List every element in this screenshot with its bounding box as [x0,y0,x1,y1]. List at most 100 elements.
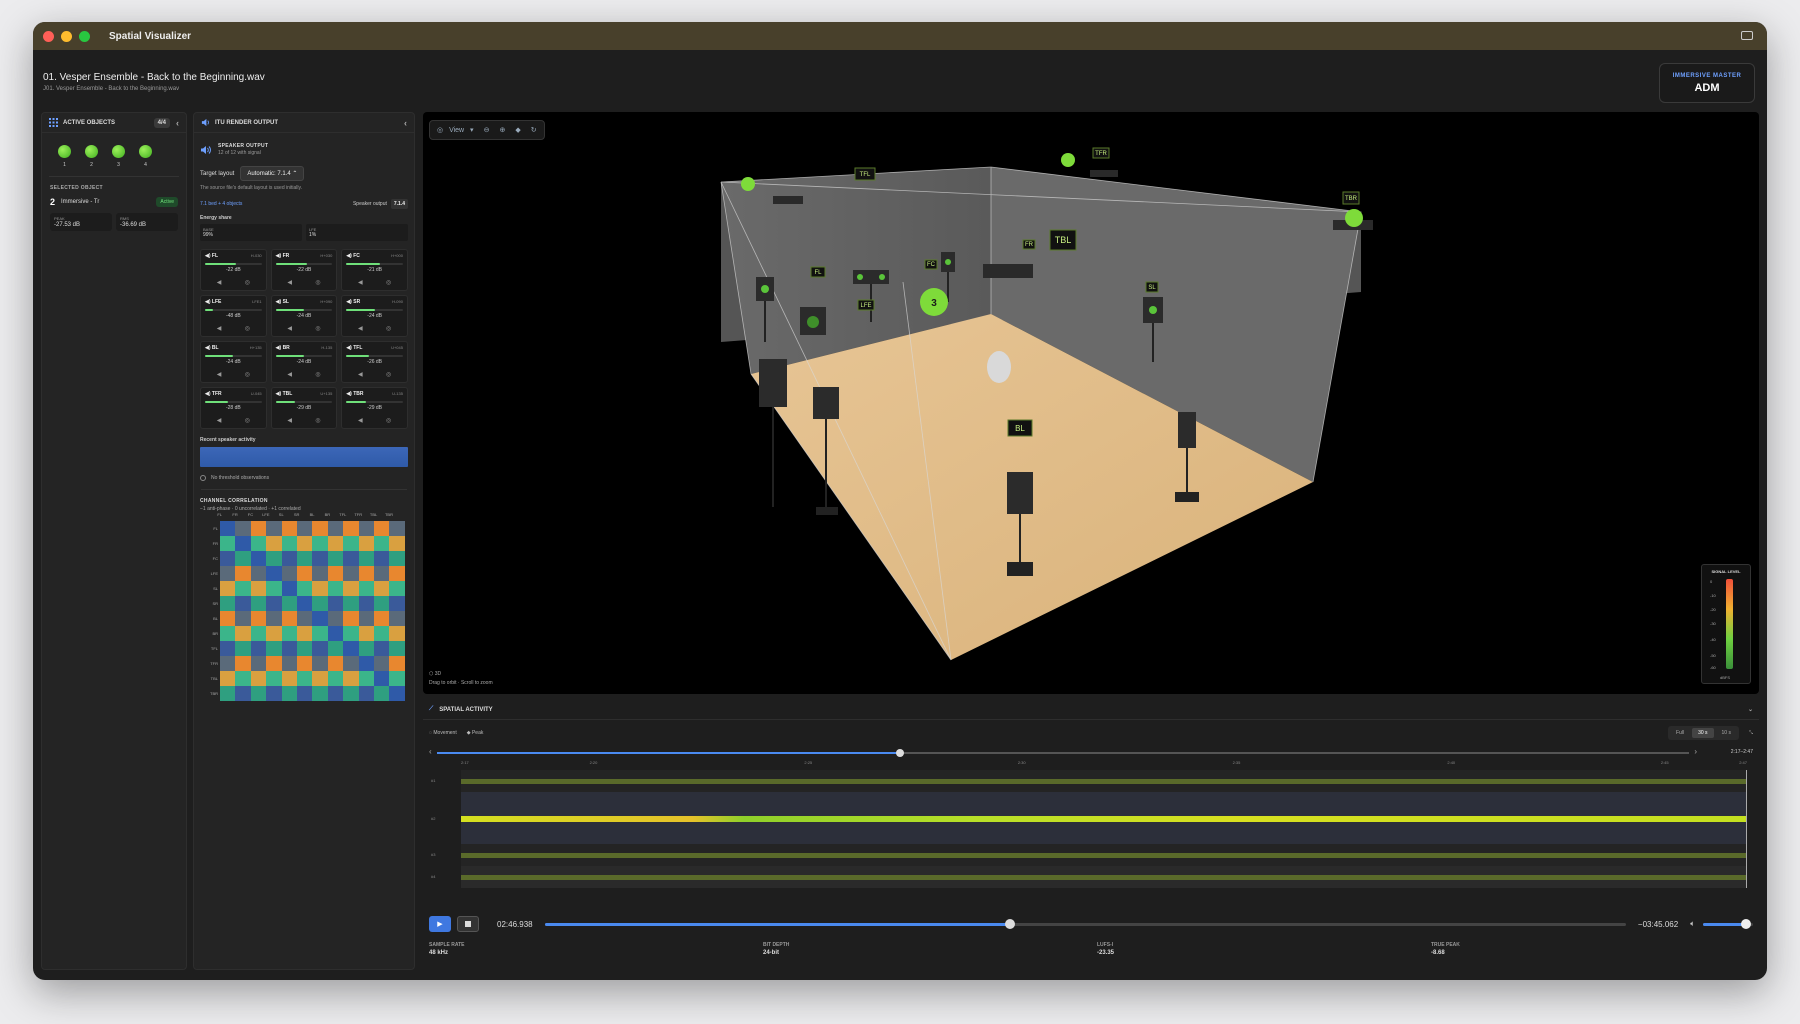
speaker-channel-card[interactable]: ◀︎) BR H-135 -24 dB ◀︎ ◎ [270,341,338,383]
object-item[interactable]: 4 [139,145,152,168]
mute-icon[interactable]: ◀︎ [217,325,222,332]
solo-icon[interactable]: ◎ [245,325,250,332]
stop-button[interactable] [457,916,479,932]
range-full[interactable]: Full [1670,728,1690,738]
object-item[interactable]: 2 [85,145,98,168]
speaker-channel-card[interactable]: ◀︎) TBL U+135 -29 dB ◀︎ ◎ [270,387,338,429]
maximize-window-button[interactable] [79,30,90,42]
speaker[interactable] [800,307,826,335]
solo-icon[interactable]: ◎ [386,279,391,286]
tag-icon[interactable]: ◆ [511,124,524,136]
scroll-right-icon[interactable]: › [1694,747,1697,756]
range-30s[interactable]: 30 s [1692,728,1714,738]
corr-cell [281,566,297,581]
activity-scrubber[interactable]: ‹ › 2:17–2:47 [423,746,1759,760]
close-window-button[interactable] [43,30,54,42]
collapse-chevron-icon[interactable]: ⌄ [1748,706,1753,713]
speaker-channel-card[interactable]: ◀︎) TBR U-135 -29 dB ◀︎ ◎ [341,387,408,429]
selected-object-row[interactable]: 2 Immersive - Tr Active [42,197,186,207]
progress-knob[interactable] [1004,918,1015,929]
object-ball[interactable] [1061,153,1075,167]
mute-icon[interactable]: ◀︎ [358,279,363,286]
mute-icon[interactable]: ◀︎ [217,371,222,378]
level-bar [346,309,403,311]
mute-icon[interactable]: ◀︎ [287,279,292,286]
mute-icon[interactable]: ◀︎ [358,371,363,378]
speaker-channel-card[interactable]: ◀︎) SL H+090 -24 dB ◀︎ ◎ [270,295,338,337]
solo-icon[interactable]: ◎ [245,279,250,286]
level-bar [275,355,333,357]
corr-cell [343,566,359,581]
corr-row-label: TFL [210,646,218,651]
solo-icon[interactable]: ◎ [386,371,391,378]
expand-icon[interactable]: ⤡ [1749,730,1753,736]
solo-icon[interactable]: ◎ [315,325,320,332]
3d-viewport[interactable]: 3 TFL TFR TBL TBR FL FR FC LFE SL BL ◎ V… [423,112,1759,694]
target-layout-select[interactable]: Automatic: 7.1.4 ⌃ [240,166,305,181]
speaker-channel-card[interactable]: ◀︎) FL H-030 -22 dB ◀︎ ◎ [200,249,267,291]
correlation-matrix: FL FR FC LFE SL SR BL BR TFL TFR TBL TBR [208,521,408,701]
speaker-channel-card[interactable]: ◀︎) SR H-090 -24 dB ◀︎ ◎ [341,295,408,337]
channel-level: -29 dB [367,405,383,411]
solo-icon[interactable]: ◎ [386,325,391,332]
collapse-chevron-icon[interactable]: ‹ [404,118,407,128]
ceiling-speaker[interactable] [1090,170,1118,177]
mute-icon[interactable]: ◀︎ [217,279,222,286]
reset-view-icon[interactable]: ↻ [527,124,541,136]
corr-cell [266,596,282,611]
corr-cell [343,581,359,596]
object-item[interactable]: 1 [58,145,71,168]
corr-cell [250,566,267,581]
playback-progress[interactable] [544,918,1626,929]
solo-icon[interactable]: ◎ [315,417,320,424]
corr-cell [281,581,297,596]
mute-icon[interactable]: ◀︎ [358,417,363,424]
collapse-chevron-icon[interactable]: ‹ [176,118,179,128]
zoom-in-icon[interactable]: ⊕ [495,124,509,136]
volume-slider[interactable] [1703,918,1753,929]
render-output-panel: ITU RENDER OUTPUT ‹ SPEAKER OUTPUT 12 of… [193,112,415,970]
lane[interactable]: #2 [431,792,1747,844]
solo-icon[interactable]: ◎ [386,417,391,424]
selected-object-label: SELECTED OBJECT [50,185,103,191]
corr-cell [312,671,328,686]
view-menu-button[interactable]: ◎ View ▾ [433,124,478,136]
zoom-out-icon[interactable]: ⊖ [480,124,494,136]
solo-icon[interactable]: ◎ [315,279,320,286]
object-ball[interactable] [741,177,755,191]
volume-knob[interactable] [1740,918,1751,929]
mute-icon[interactable]: ◀︎ [358,325,363,332]
peak-toggle[interactable]: ◆ Peak [467,730,484,736]
speaker-channel-card[interactable]: ◀︎) FR H+030 -22 dB ◀︎ ◎ [270,249,338,291]
folder-icon[interactable] [1741,31,1753,40]
minimize-window-button[interactable] [61,30,72,42]
object-ball[interactable] [1345,209,1363,227]
scroll-left-icon[interactable]: ‹ [429,747,432,756]
mute-icon[interactable]: ◀︎ [287,417,292,424]
solo-icon[interactable]: ◎ [245,371,250,378]
movement-toggle[interactable]: ◌ Movement [429,730,457,736]
speaker-channel-card[interactable]: ◀︎) BL H+135 -24 dB ◀︎ ◎ [200,341,267,383]
solo-icon[interactable]: ◎ [245,417,250,424]
corr-cell [312,611,328,626]
speaker-channel-card[interactable]: ◀︎) TFR U-045 -28 dB ◀︎ ◎ [200,387,267,429]
corr-cell [373,656,390,671]
speaker-channel-card[interactable]: ◀︎) LFE LFE1 -48 dB ◀︎ ◎ [200,295,267,337]
mute-icon[interactable]: ◀︎ [287,325,292,332]
ceiling-speaker[interactable] [983,264,1033,278]
play-button[interactable]: ▶ [429,916,451,932]
volume-icon[interactable]: 🔈︎ [1690,919,1695,929]
mute-icon[interactable]: ◀︎ [217,417,222,424]
mute-icon[interactable]: ◀︎ [287,371,292,378]
lane[interactable]: #3 [431,844,1747,866]
room-scene[interactable]: 3 TFL TFR TBL TBR FL FR FC LFE SL BL [423,112,1759,694]
object-item[interactable]: 3 [112,145,125,168]
ceiling-speaker[interactable] [773,196,803,204]
lane[interactable]: #1 [431,770,1747,792]
speaker[interactable] [759,359,787,507]
solo-icon[interactable]: ◎ [315,371,320,378]
speaker-channel-card[interactable]: ◀︎) FC H+000 -21 dB ◀︎ ◎ [341,249,408,291]
lane[interactable]: #4 [431,866,1747,888]
speaker-channel-card[interactable]: ◀︎) TFL U+045 -26 dB ◀︎ ◎ [341,341,408,383]
range-10s[interactable]: 10 s [1716,728,1737,738]
